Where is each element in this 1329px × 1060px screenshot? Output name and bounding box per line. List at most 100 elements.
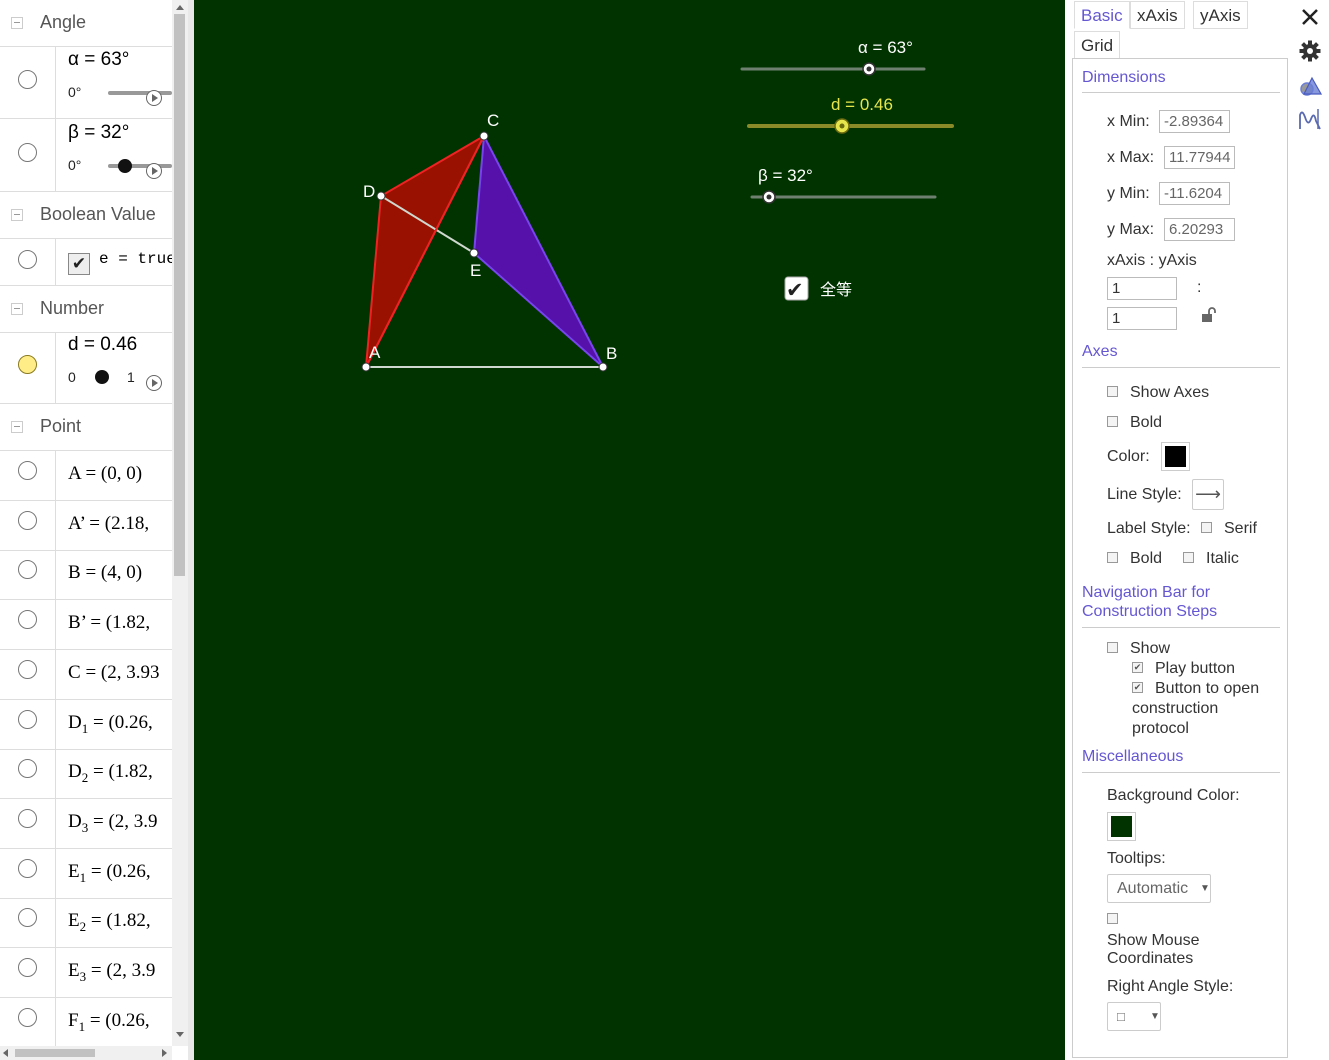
visibility-toggle[interactable]	[18, 143, 37, 162]
ymax-field[interactable]: 6.20293	[1164, 218, 1235, 241]
collapse-icon[interactable]	[11, 303, 23, 315]
visibility-toggle[interactable]	[18, 511, 37, 530]
scroll-left-icon[interactable]	[3, 1049, 8, 1057]
point-c[interactable]	[479, 131, 489, 141]
point-definition[interactable]: D1 = (0.26,	[68, 712, 153, 737]
show-axes-checkbox[interactable]	[1107, 386, 1118, 397]
algebra-row-point[interactable]: C = (2, 3.93	[0, 650, 172, 700]
algebra-row-beta[interactable]: β = 32° 0°	[0, 119, 172, 192]
algebra-row-point[interactable]: A’ = (2.18,	[0, 501, 172, 551]
serif-checkbox[interactable]	[1201, 522, 1212, 533]
tab-basic[interactable]: Basic	[1074, 1, 1130, 29]
show-nav-checkbox[interactable]	[1107, 642, 1118, 653]
algebra-row-point[interactable]: F1 = (0.26,	[0, 998, 172, 1048]
collapse-icon[interactable]	[11, 17, 23, 29]
scroll-thumb[interactable]	[15, 1049, 95, 1057]
play-icon[interactable]	[146, 90, 162, 106]
play-button-checkbox[interactable]: ✔	[1132, 662, 1143, 673]
point-definition[interactable]: D3 = (2, 3.9	[68, 811, 158, 836]
visibility-toggle[interactable]	[18, 355, 37, 374]
point-e[interactable]	[469, 248, 479, 258]
algebra-row-point[interactable]: B = (4, 0)	[0, 550, 172, 600]
horizontal-scrollbar[interactable]	[0, 1046, 172, 1060]
visibility-toggle[interactable]	[18, 560, 37, 579]
visibility-toggle[interactable]	[18, 70, 37, 89]
point-definition[interactable]: F1 = (0.26,	[68, 1010, 150, 1035]
visibility-toggle[interactable]	[18, 610, 37, 629]
visibility-toggle[interactable]	[18, 908, 37, 927]
algebra-row-point[interactable]: D2 = (1.82,	[0, 749, 172, 799]
show-mouse-checkbox[interactable]	[1107, 913, 1118, 924]
visibility-toggle[interactable]	[18, 461, 37, 480]
italic-checkbox[interactable]	[1183, 552, 1194, 563]
open-protocol-checkbox[interactable]: ✔	[1132, 682, 1143, 693]
slider-track-alpha[interactable]	[108, 91, 172, 95]
line-style-button[interactable]: ⟶	[1192, 479, 1224, 510]
scroll-thumb[interactable]	[174, 14, 185, 576]
algebra-row-alpha[interactable]: α = 63° 0°	[0, 46, 172, 119]
bg-color-button[interactable]	[1107, 812, 1136, 841]
tab-grid[interactable]: Grid	[1074, 31, 1121, 59]
xmin-field[interactable]: -2.89364	[1159, 110, 1230, 133]
group-boolean[interactable]: Boolean Value	[0, 192, 172, 239]
point-a[interactable]	[361, 362, 371, 372]
definition-d[interactable]: d = 0.46	[68, 334, 137, 356]
ratio-x-field[interactable]: 1	[1107, 277, 1177, 300]
point-definition[interactable]: E3 = (2, 3.9	[68, 960, 155, 985]
point-definition[interactable]: A’ = (2.18,	[68, 513, 149, 535]
scroll-up-icon[interactable]	[176, 5, 184, 10]
tab-yaxis[interactable]: yAxis	[1193, 1, 1248, 29]
tooltips-select[interactable]: Automatic ▼	[1107, 874, 1211, 903]
algebra-row-point[interactable]: D1 = (0.26,	[0, 700, 172, 750]
collapse-icon[interactable]	[11, 421, 23, 433]
point-definition[interactable]: B’ = (1.82,	[68, 612, 150, 634]
ymin-field[interactable]: -11.6204	[1159, 182, 1230, 205]
group-number[interactable]: Number	[0, 286, 172, 333]
point-definition[interactable]: E2 = (1.82,	[68, 910, 151, 935]
play-icon[interactable]	[146, 375, 162, 391]
boolean-checkbox[interactable]: ✔	[68, 253, 90, 275]
construction-canvas[interactable]: A B C D E α = 63° d = 0.46 β = 32° ✔ 全等	[194, 0, 1065, 1060]
definition-alpha[interactable]: α = 63°	[68, 49, 129, 71]
definition-e[interactable]: e = true	[99, 250, 176, 268]
algebra-row-point[interactable]: E2 = (1.82,	[0, 898, 172, 948]
lock-icon[interactable]	[1200, 306, 1217, 324]
ratio-y-field[interactable]: 1	[1107, 307, 1177, 330]
label-bold-checkbox[interactable]	[1107, 552, 1118, 563]
point-definition[interactable]: D2 = (1.82,	[68, 761, 153, 786]
visibility-toggle[interactable]	[18, 759, 37, 778]
function-graph-icon[interactable]	[1298, 107, 1322, 131]
triangle-cbe[interactable]	[472, 132, 604, 368]
visibility-toggle[interactable]	[18, 859, 37, 878]
graphics-style-icon[interactable]	[1298, 74, 1323, 98]
gear-icon[interactable]	[1298, 39, 1322, 63]
group-point[interactable]: Point	[0, 404, 172, 451]
tab-xaxis[interactable]: xAxis	[1130, 1, 1185, 29]
visibility-toggle[interactable]	[18, 809, 37, 828]
visibility-toggle[interactable]	[18, 660, 37, 679]
collapse-icon[interactable]	[11, 209, 23, 221]
point-definition[interactable]: E1 = (0.26,	[68, 861, 151, 886]
scroll-right-icon[interactable]	[162, 1049, 167, 1057]
point-definition[interactable]: A = (0, 0)	[68, 463, 142, 485]
algebra-row-point[interactable]: B’ = (1.82,	[0, 600, 172, 650]
algebra-row-e[interactable]: ✔ e = true	[0, 239, 176, 286]
scroll-down-icon[interactable]	[176, 1032, 184, 1037]
group-angle[interactable]: Angle	[0, 0, 172, 47]
visibility-toggle[interactable]	[18, 250, 37, 269]
algebra-row-d[interactable]: d = 0.46 0 1	[0, 333, 172, 404]
point-definition[interactable]: B = (4, 0)	[68, 562, 142, 584]
visibility-toggle[interactable]	[18, 958, 37, 977]
bold-checkbox[interactable]	[1107, 416, 1118, 427]
algebra-row-point[interactable]: E1 = (0.26,	[0, 849, 172, 899]
point-definition[interactable]: C = (2, 3.93	[68, 662, 159, 684]
point-b[interactable]	[598, 362, 608, 372]
definition-beta[interactable]: β = 32°	[68, 122, 129, 144]
vertical-scrollbar[interactable]	[172, 0, 188, 1046]
visibility-toggle[interactable]	[18, 710, 37, 729]
close-icon[interactable]	[1298, 5, 1322, 29]
algebra-row-point[interactable]: A = (0, 0)	[0, 451, 172, 501]
axes-color-button[interactable]	[1161, 442, 1190, 471]
algebra-row-point[interactable]: E3 = (2, 3.9	[0, 948, 172, 998]
xmax-field[interactable]: 11.77944	[1164, 146, 1235, 169]
